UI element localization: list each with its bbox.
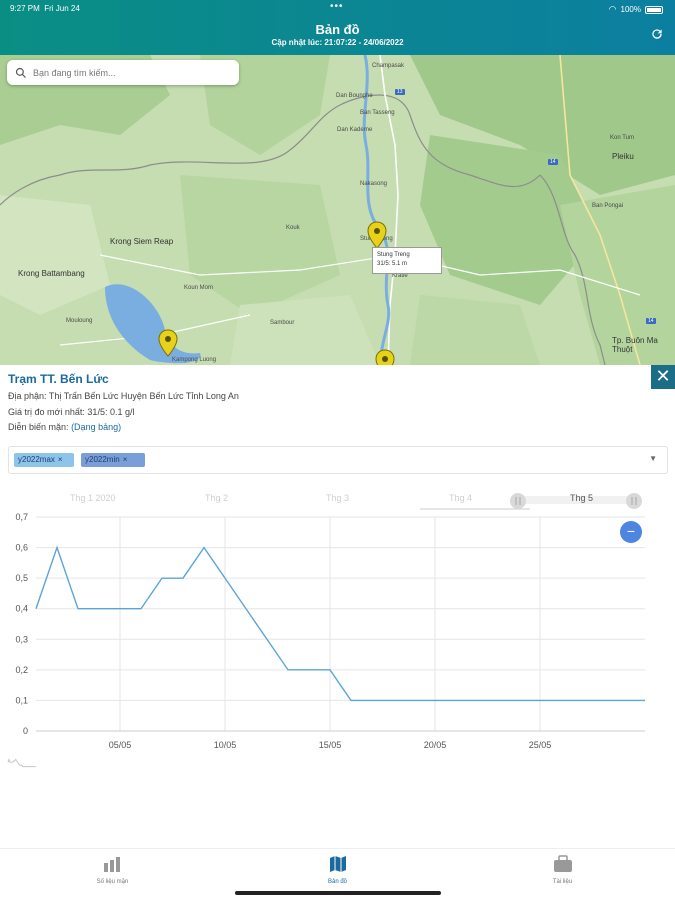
x-tick-label: 05/05 [109,740,132,750]
trend-label: Diễn biến mặn: [8,422,69,432]
update-time: Cập nhật lúc: 21:07:22 - 24/06/2022 [271,38,404,47]
map-label: Ban Tasseng [360,110,395,116]
map-pin-icon [158,329,178,357]
bar-chart-icon [104,857,120,872]
map-pin-icon [367,221,387,249]
station-location: Địa phận: Thị Trấn Bến Lức Huyện Bến Lức… [8,391,239,401]
tag-remove-icon[interactable]: × [123,455,128,464]
refresh-button[interactable] [649,27,665,43]
y-tick-label: 0,7 [15,512,28,522]
multitask-dots[interactable]: ••• [330,1,344,12]
x-tick-label: 20/05 [424,740,447,750]
station-pin-stung-treng[interactable] [366,221,388,249]
map-canvas [0,55,675,365]
chevron-down-icon[interactable]: ▼ [649,454,657,463]
map-label: Ban Pongai [592,203,624,209]
minus-icon: − [626,523,636,539]
y-tick-label: 0 [23,726,28,736]
map-view[interactable]: Champasak Dan Bounghe Ban Tasseng Dan Ka… [0,55,675,365]
station-name: Trạm TT. Bến Lức [8,372,109,386]
map-label: Mouloung [66,318,93,324]
wifi-icon: ◠ [608,4,617,14]
header-bar: 9:27 PM Fri Jun 24 ••• ◠ 100% Bản đồ Cập… [0,0,675,55]
station-pin[interactable] [157,329,179,357]
station-pin[interactable] [374,349,396,365]
briefcase-icon [554,855,572,872]
series-tag[interactable]: y2022max × [14,453,74,467]
search-input[interactable]: Bạn đang tìm kiếm... [7,60,239,85]
map-label: Nakasong [360,181,388,187]
refresh-icon [652,29,662,39]
search-placeholder: Bạn đang tìm kiếm... [33,67,116,78]
map-label: Kampong Luong [172,357,217,363]
road-shield-icon: 13 [395,89,405,95]
y-tick-label: 0,5 [15,573,28,583]
status-bar: 9:27 PM Fri Jun 24 ••• ◠ 100% [0,1,675,16]
tab-documents[interactable]: Tài liệu [450,849,675,900]
map-label: Dan Bounghe [336,93,373,99]
tag-remove-icon[interactable]: × [58,455,63,464]
map-label: Krong Battambang [18,269,85,278]
app-root: 9:27 PM Fri Jun 24 ••• ◠ 100% Bản đồ Cập… [0,0,675,900]
tab-salinity-data[interactable]: Số liệu mặn [0,849,225,900]
map-label: Kouk [286,225,300,231]
map-label: Krong Siem Reap [110,237,174,246]
mini-series-line [7,757,36,768]
y-tick-label: 0,4 [15,604,28,614]
battery-percent: 100% [620,5,641,14]
map-label: Sambour [270,320,295,326]
series-select[interactable]: y2022max × y2022min × ▼ [8,446,668,474]
zoom-out-button[interactable]: − [620,521,642,543]
y-tick-label: 0,1 [15,695,28,705]
map-label: Tp. Buôn Ma Thuột [612,336,658,354]
tab-label: Tài liệu [552,879,573,885]
page-title: Bản đồ [315,22,360,37]
status-time: 9:27 PM Fri Jun 24 [10,4,80,13]
map-label: Champasak [372,63,405,69]
tooltip-value: 31/5: 5.1 m [377,261,408,267]
x-tick-label: 10/05 [214,740,237,750]
map-label: Dan Kaderne [337,127,373,133]
x-tick-label: 25/05 [529,740,552,750]
y-tick-label: 0,2 [15,665,28,675]
map-label: Koun Mom [184,285,214,291]
station-trend: Diễn biến mặn: (Dạng bảng) [8,422,121,432]
series-tag[interactable]: y2022min × [81,453,145,467]
map-pin-icon [375,349,395,365]
y-tick-label: 0,3 [15,634,28,644]
status-indicators: ◠ 100% [609,4,663,15]
home-indicator[interactable] [235,891,441,895]
map-label: Kon Tum [610,135,635,141]
road-shield-icon: 14 [646,318,656,324]
tab-label: Bản đồ [327,879,348,885]
station-latest-value: Giá trị đo mới nhất: 31/5: 0.1 g/l [8,407,135,417]
x-tick-label: 15/05 [319,740,342,750]
map-icon [330,856,346,872]
salinity-chart[interactable]: 0 0,1 0,2 0,3 0,4 0,5 0,6 0,7 05/05 10/05 15/05 20/… [0,500,675,775]
tab-label: Số liệu mặn [96,879,129,885]
table-view-link[interactable]: (Dạng bảng) [71,422,121,432]
battery-icon [645,5,663,14]
station-tooltip: Stung Treng 31/5: 5.1 m [372,247,442,274]
map-label: Pleiku [612,152,634,161]
search-icon [15,67,26,78]
y-tick-label: 0,6 [15,543,28,553]
tooltip-title: Stung Treng [377,252,410,258]
road-shield-icon: 14 [548,159,558,165]
close-button[interactable]: ✕ [651,365,675,389]
close-icon: ✕ [655,366,671,386]
series-line [35,545,645,702]
